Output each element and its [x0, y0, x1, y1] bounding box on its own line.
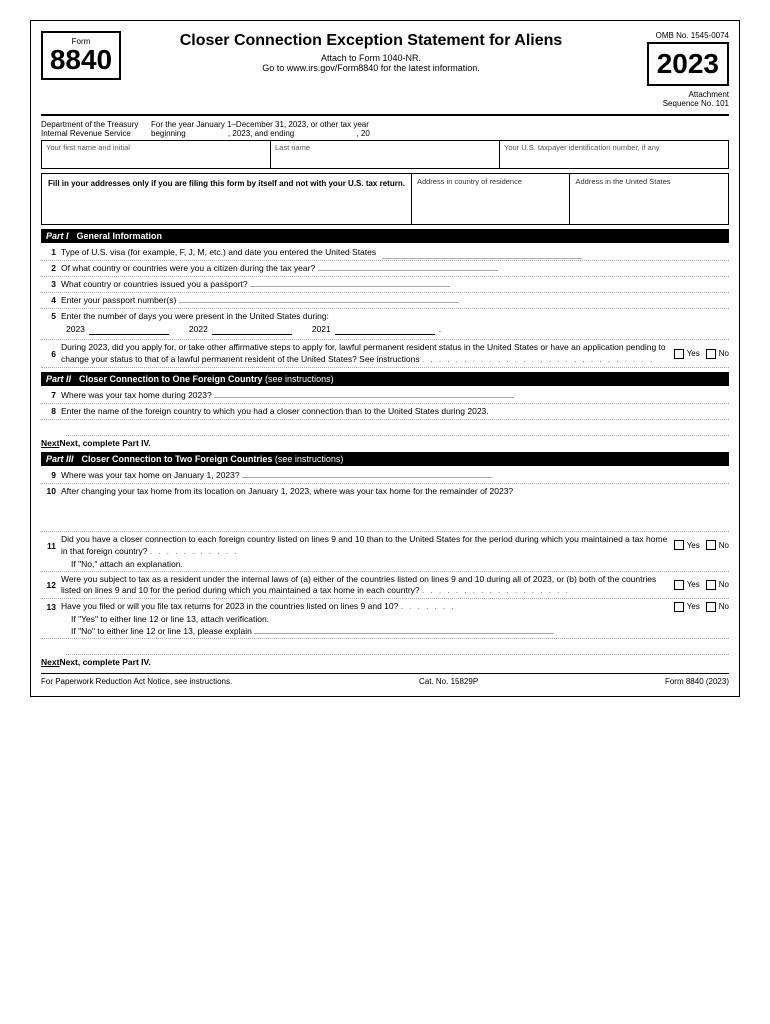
header-center: Closer Connection Exception Statement fo…: [133, 31, 609, 73]
line-13: 13 Have you filed or will you file tax r…: [41, 599, 729, 639]
line-7: 7 Where was your tax home during 2023?: [41, 388, 729, 404]
line-6-yes-checkbox[interactable]: [674, 349, 684, 359]
line-13-answer: Yes No: [674, 602, 729, 612]
form-title: Closer Connection Exception Statement fo…: [133, 31, 609, 50]
line-1: 1 Type of U.S. visa (for example, F, J, …: [41, 245, 729, 261]
form-number: 8840: [49, 46, 113, 74]
form-page: Form 8840 Closer Connection Exception St…: [30, 20, 740, 697]
line-11-yes-checkbox[interactable]: [674, 540, 684, 550]
line-12-no-checkbox[interactable]: [706, 580, 716, 590]
form-footer: For Paperwork Reduction Act Notice, see …: [41, 673, 729, 686]
line-8-answer-space: [66, 420, 729, 436]
year-2021-input[interactable]: [335, 323, 435, 335]
cat-number: Cat. No. 15829P: [419, 677, 478, 686]
form-ref: Form 8840 (2023): [665, 677, 729, 686]
last-name-cell: Last name: [271, 141, 500, 168]
line-13-sub1: If "Yes" to either line 12 or line 13, a…: [41, 613, 269, 625]
part3-label: Part III: [46, 454, 74, 464]
line-11: 11 Did you have a closer connection to e…: [41, 532, 729, 572]
line-12-yes-checkbox[interactable]: [674, 580, 684, 590]
form-subtitle: Attach to Form 1040-NR.: [133, 53, 609, 63]
line-11-answer: Yes No: [674, 540, 729, 550]
line-13-no-checkbox[interactable]: [706, 602, 716, 612]
line-13-yes-checkbox[interactable]: [674, 602, 684, 612]
year-box: 2023: [647, 42, 729, 86]
first-name-cell: Your first name and initial: [42, 141, 271, 168]
address-instruction: Fill in your addresses only if you are f…: [42, 174, 412, 224]
tin-cell: Your U.S. taxpayer identification number…: [500, 141, 728, 168]
country-address-cell: Address in country of residence: [412, 174, 571, 224]
part1-title: General Information: [77, 231, 163, 241]
form-link: Go to www.irs.gov/Form8840 for the lates…: [133, 63, 609, 73]
address-row: Address in country of residence Address …: [412, 174, 728, 224]
dept-info: Department of the Treasury Internal Reve…: [41, 120, 151, 138]
part2-title: Closer Connection to One Foreign Country…: [79, 374, 334, 384]
line-5: 5 Enter the number of days you were pres…: [41, 309, 729, 341]
line-3: 3 What country or countries issued you a…: [41, 277, 729, 293]
line-6-answer: Yes No: [674, 349, 729, 359]
line-9: 9 Where was your tax home on January 1, …: [41, 468, 729, 484]
line-6: 6 During 2023, did you apply for, or tak…: [41, 340, 729, 368]
paperwork-notice: For Paperwork Reduction Act Notice, see …: [41, 677, 232, 686]
year-2023-input[interactable]: [89, 323, 169, 335]
year-2022-input[interactable]: [212, 323, 292, 335]
omb-number: OMB No. 1545-0074: [609, 31, 729, 40]
year-info: For the year January 1–December 31, 2023…: [151, 120, 729, 138]
part2-header: Part II Closer Connection to One Foreign…: [41, 372, 729, 386]
form-header: Form 8840 Closer Connection Exception St…: [41, 31, 729, 116]
line-10: 10 After changing your tax home from its…: [41, 484, 729, 532]
line-11-sub: If "No," attach an explanation.: [41, 558, 183, 570]
year-fields: 2023 2022 2021 .: [41, 323, 441, 335]
attachment-text: Attachment Sequence No. 101: [609, 90, 729, 108]
line-2: 2 Of what country or countries were you …: [41, 261, 729, 277]
line-13-sub2: If "No" to either line 12 or line 13, pl…: [41, 625, 554, 637]
part1-header: Part I General Information: [41, 229, 729, 243]
part1-label: Part I: [46, 231, 69, 241]
part2-next: NextNext, complete Part IV.: [41, 438, 729, 448]
part2-label: Part II: [46, 374, 71, 384]
address-section: Fill in your addresses only if you are f…: [41, 173, 729, 225]
line-4: 4 Enter your passport number(s): [41, 293, 729, 309]
line-12-answer: Yes No: [674, 580, 729, 590]
line-13-extra-space: [66, 641, 729, 655]
line-11-no-checkbox[interactable]: [706, 540, 716, 550]
part3-title: Closer Connection to Two Foreign Countri…: [82, 454, 344, 464]
line-8: 8 Enter the name of the foreign country …: [41, 404, 729, 420]
part3-header: Part III Closer Connection to Two Foreig…: [41, 452, 729, 466]
tax-year-row: Department of the Treasury Internal Reve…: [41, 120, 729, 138]
header-right: OMB No. 1545-0074 2023 Attachment Sequen…: [609, 31, 729, 108]
part3-next: NextNext, complete Part IV.: [41, 657, 729, 667]
name-row: Your first name and initial Last name Yo…: [41, 140, 729, 169]
form-number-box: Form 8840: [41, 31, 121, 80]
line-6-no-checkbox[interactable]: [706, 349, 716, 359]
line-12: 12 Were you subject to tax as a resident…: [41, 572, 729, 600]
address-fields: Address in country of residence Address …: [412, 174, 728, 224]
us-address-cell: Address in the United States: [570, 174, 728, 224]
